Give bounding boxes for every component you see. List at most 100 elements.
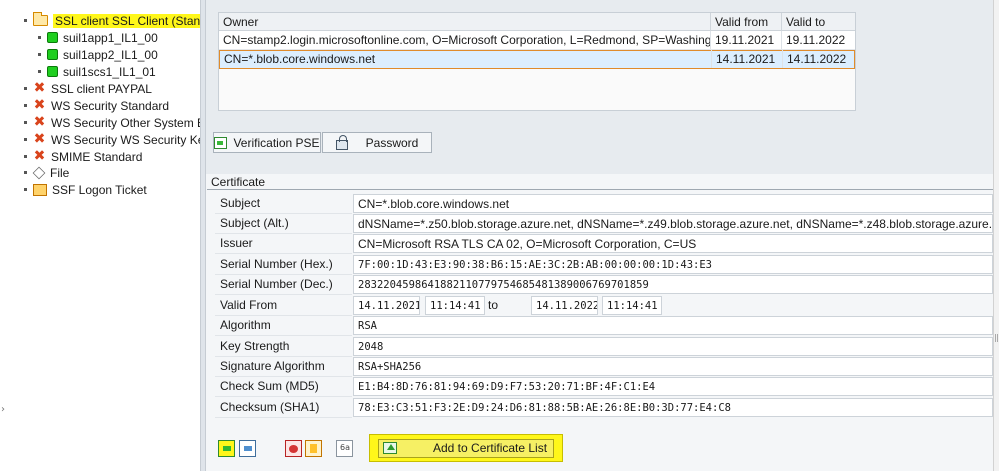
serial-hex-field[interactable]: 7F:00:1D:43:E3:90:38:B6:15:AE:3C:2B:AB:0…	[353, 255, 993, 274]
certificate-owner-table: Owner Valid from Valid to CN=stamp2.logi…	[218, 12, 856, 111]
tree-node-label: SSL client SSL Client (Standa	[53, 13, 216, 28]
valid-to-cell: 14.11.2022	[787, 52, 847, 66]
valid-to-date-field[interactable]: 14.11.2022	[531, 296, 598, 315]
subject-row: Subject CN=*.blob.core.windows.net	[215, 194, 993, 214]
tree-bullet	[24, 171, 27, 174]
signature-algorithm-label: Signature Algorithm	[215, 357, 352, 377]
tree-node-ws-security-other[interactable]: ✖ WS Security Other System E	[24, 114, 205, 131]
tree-node-ssl-client-paypal[interactable]: ✖ SSL client PAYPAL	[24, 80, 152, 97]
tree-node-label: File	[50, 165, 70, 180]
tree-node-label: SMIME Standard	[51, 149, 143, 164]
issuer-field[interactable]: CN=Microsoft RSA TLS CA 02, O=Microsoft …	[353, 234, 993, 253]
subject-field[interactable]: CN=*.blob.core.windows.net	[353, 194, 993, 213]
vertical-scrollbar[interactable]	[993, 0, 999, 471]
tree-node-suil1app2[interactable]: suil1app2_IL1_00	[38, 46, 158, 63]
table-row[interactable]: CN=stamp2.login.microsoftonline.com, O=M…	[219, 31, 855, 50]
add-to-certificate-list-inner[interactable]: Add to Certificate List	[378, 438, 554, 458]
file-icon	[32, 166, 46, 179]
algorithm-label: Algorithm	[215, 316, 352, 336]
column-header-owner[interactable]: Owner	[219, 13, 711, 31]
red-x-icon: ✖	[33, 114, 46, 130]
checksum-md5-field[interactable]: E1:B4:8D:76:81:94:69:D9:F7:53:20:71:BF:4…	[353, 377, 993, 396]
validity-to-label: to	[488, 298, 499, 312]
logon-ticket-icon[interactable]	[305, 440, 322, 457]
tree-node-label: WS Security Standard	[51, 98, 170, 113]
red-x-icon: ✖	[33, 97, 46, 113]
section-divider	[207, 189, 993, 190]
column-header-valid-to[interactable]: Valid to	[782, 13, 857, 31]
tree-node-suil1app1[interactable]: suil1app1_IL1_00	[38, 29, 158, 46]
upload-icon	[383, 442, 397, 454]
valid-to-cell: 19.11.2022	[786, 33, 846, 47]
key-strength-field[interactable]: 2048	[353, 337, 993, 356]
green-status-icon	[47, 66, 58, 77]
valid-from-cell: 19.11.2021	[711, 31, 782, 49]
key-strength-row: Key Strength 2048	[215, 337, 993, 357]
red-x-icon: ✖	[33, 131, 46, 147]
valid-from-cell: 14.11.2021	[712, 50, 783, 68]
checksum-md5-label: Check Sum (MD5)	[215, 377, 352, 397]
tree-node-label: WS Security WS Security Ke	[51, 132, 205, 147]
password-label: Password	[365, 135, 419, 150]
green-status-icon	[47, 49, 58, 60]
tree-node-ssf-logon-ticket[interactable]: SSF Logon Ticket	[24, 181, 147, 198]
subject-alt-label: Subject (Alt.)	[215, 214, 352, 234]
verification-icon	[214, 136, 228, 149]
tree-node-label: SSL client PAYPAL	[51, 81, 152, 96]
algorithm-row: Algorithm RSA	[215, 316, 993, 336]
table-header: Owner Valid from Valid to	[219, 13, 855, 31]
valid-from-date-field[interactable]: 14.11.2021	[353, 296, 420, 315]
lock-icon	[335, 134, 348, 150]
checksum-sha1-label: Checksum (SHA1)	[215, 398, 352, 418]
tree-node-smime-standard[interactable]: ✖ SMIME Standard	[24, 148, 142, 165]
subject-alt-field[interactable]: dNSName=*.z50.blob.storage.azure.net, dN…	[353, 214, 993, 233]
pse-tree: SSL client SSL Client (Standa suil1app1_…	[0, 0, 216, 471]
delete-icon[interactable]	[285, 440, 302, 457]
red-x-icon: ✖	[33, 148, 46, 164]
key-strength-label: Key Strength	[215, 337, 352, 357]
subject-alt-row: Subject (Alt.) dNSName=*.z50.blob.storag…	[215, 214, 993, 234]
chevron-right-icon[interactable]: ›	[1, 404, 5, 415]
password-button[interactable]: Password	[322, 132, 432, 153]
scrollbar-grip[interactable]	[995, 334, 998, 342]
verification-pse-button[interactable]: Verification PSE	[213, 132, 321, 153]
verification-pse-label: Verification PSE	[233, 135, 320, 150]
tree-bullet	[24, 121, 27, 124]
table-row-selected[interactable]: CN=*.blob.core.windows.net 14.11.2021 14…	[219, 50, 855, 69]
folder-open-icon	[32, 12, 48, 26]
valid-from-time-field[interactable]: 11:14:41	[425, 296, 485, 315]
tree-node-ws-security-key[interactable]: ✖ WS Security WS Security Ke	[24, 131, 204, 148]
checksum-md5-row: Check Sum (MD5) E1:B4:8D:76:81:94:69:D9:…	[215, 377, 993, 397]
add-to-certificate-list-label: Add to Certificate List	[433, 441, 548, 455]
serial-hex-row: Serial Number (Hex.) 7F:00:1D:43:E3:90:3…	[215, 255, 993, 275]
tree-bullet	[38, 36, 41, 39]
algorithm-field[interactable]: RSA	[353, 316, 993, 335]
signature-algorithm-field[interactable]: RSA+SHA256	[353, 357, 993, 376]
checksum-sha1-field[interactable]: 78:E3:C3:51:F3:2E:D9:24:D6:81:88:5B:AE:2…	[353, 398, 993, 417]
checksum-sha1-row: Checksum (SHA1) 78:E3:C3:51:F3:2E:D9:24:…	[215, 398, 993, 418]
tree-node-ssl-client-standard[interactable]: SSL client SSL Client (Standa	[24, 12, 216, 29]
tree-bullet	[24, 104, 27, 107]
owner-cell: CN=*.blob.core.windows.net	[220, 50, 712, 68]
serial-dec-label: Serial Number (Dec.)	[215, 275, 352, 295]
issuer-row: Issuer CN=Microsoft RSA TLS CA 02, O=Mic…	[215, 234, 993, 254]
tree-node-file[interactable]: File	[24, 164, 69, 181]
details-document-icon[interactable]	[336, 440, 353, 457]
column-header-valid-from[interactable]: Valid from	[711, 13, 782, 31]
subject-label: Subject	[215, 194, 352, 214]
add-to-certificate-list-button[interactable]: Add to Certificate List	[369, 434, 563, 462]
signature-algorithm-row: Signature Algorithm RSA+SHA256	[215, 357, 993, 377]
tree-node-suil1scs1[interactable]: suil1scs1_IL1_01	[38, 63, 156, 80]
export-icon[interactable]	[239, 440, 256, 457]
tree-bullet	[38, 53, 41, 56]
serial-dec-field[interactable]: 2832204598641882110779754685481389006769…	[353, 275, 993, 294]
tree-node-ws-security-standard[interactable]: ✖ WS Security Standard	[24, 97, 169, 114]
issuer-label: Issuer	[215, 234, 352, 254]
tree-bullet	[24, 188, 27, 191]
owner-cell: CN=stamp2.login.microsoftonline.com, O=M…	[219, 31, 711, 49]
valid-to-time-field[interactable]: 11:14:41	[602, 296, 662, 315]
tree-node-label: suil1scs1_IL1_01	[63, 64, 156, 79]
tree-node-label: suil1app2_IL1_00	[63, 47, 158, 62]
import-icon[interactable]	[218, 440, 235, 457]
serial-dec-row: Serial Number (Dec.) 2832204598641882110…	[215, 275, 993, 295]
